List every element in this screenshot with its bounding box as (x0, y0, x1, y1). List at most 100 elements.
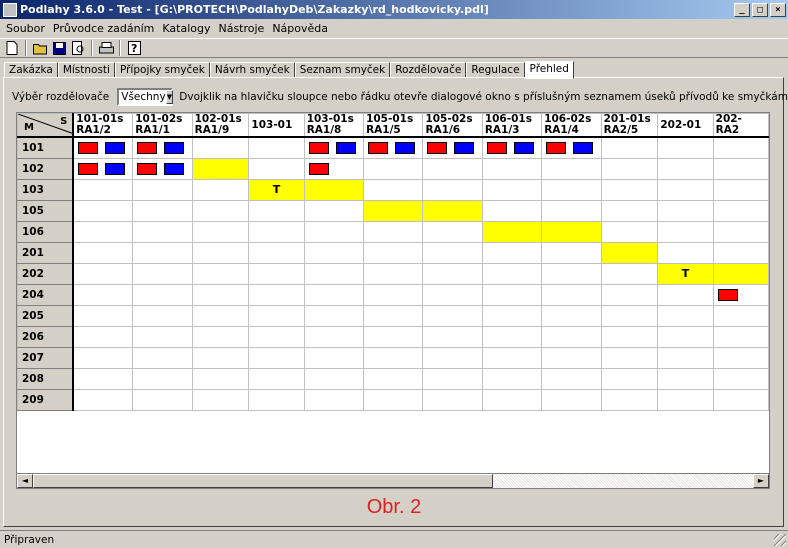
row-header[interactable]: 105 (17, 199, 75, 222)
row-header[interactable]: 205 (17, 304, 75, 327)
grid-cell[interactable] (657, 199, 714, 222)
column-header[interactable]: 105-02s RA1/6 (422, 113, 483, 138)
grid-cell[interactable] (541, 178, 602, 201)
grid-cell[interactable] (303, 304, 365, 327)
grid-cell[interactable] (712, 283, 769, 306)
row-header[interactable]: 207 (17, 346, 75, 369)
grid-cell[interactable] (132, 136, 193, 159)
grid-cell[interactable] (712, 220, 769, 243)
grid-cell[interactable] (712, 199, 769, 222)
grid-cell[interactable] (191, 136, 250, 159)
row-header[interactable]: 202 (17, 262, 75, 285)
grid-cell[interactable] (72, 283, 134, 306)
grid-cell[interactable] (422, 199, 483, 222)
grid-cell[interactable] (600, 220, 659, 243)
grid-cell[interactable] (657, 157, 714, 180)
grid-cell[interactable] (191, 157, 250, 180)
grid-cell[interactable] (363, 157, 424, 180)
grid-cell[interactable] (132, 388, 193, 411)
grid-cell[interactable] (303, 178, 365, 201)
grid-cell[interactable] (657, 367, 714, 390)
grid-cell[interactable] (541, 157, 602, 180)
tab-zakazka[interactable]: Zakázka (4, 62, 58, 78)
grid-cell[interactable] (248, 136, 305, 159)
manifold-combo[interactable]: Všechny ▼ (117, 88, 174, 106)
grid-cell[interactable] (541, 283, 602, 306)
grid-cell[interactable] (712, 388, 769, 411)
row-header[interactable]: 102 (17, 157, 75, 180)
grid-cell[interactable] (422, 283, 483, 306)
grid-cell[interactable] (248, 388, 305, 411)
print-icon[interactable] (97, 40, 115, 57)
grid-cell[interactable] (191, 283, 250, 306)
grid-cell[interactable] (481, 157, 543, 180)
grid-cell[interactable] (72, 304, 134, 327)
grid-cell[interactable] (72, 199, 134, 222)
grid-cell[interactable] (422, 178, 483, 201)
column-header[interactable]: 101-02s RA1/1 (132, 113, 193, 138)
menu-soubor[interactable]: Soubor (2, 22, 49, 35)
tab-seznam-smycek[interactable]: Seznam smyček (294, 62, 391, 78)
row-header[interactable]: 206 (17, 325, 75, 348)
grid-cell[interactable] (657, 241, 714, 264)
grid-cell[interactable] (303, 157, 365, 180)
grid-cell[interactable] (481, 346, 543, 369)
grid-cell[interactable] (422, 136, 483, 159)
row-header[interactable]: 204 (17, 283, 75, 306)
column-header[interactable]: 103-01 (248, 113, 305, 138)
grid-cell[interactable] (481, 262, 543, 285)
grid-cell[interactable] (481, 178, 543, 201)
grid-cell[interactable] (248, 220, 305, 243)
grid-cell[interactable] (303, 388, 365, 411)
grid-cell[interactable] (657, 325, 714, 348)
row-header[interactable]: 209 (17, 388, 75, 411)
grid-cell[interactable] (541, 325, 602, 348)
row-header[interactable]: 208 (17, 367, 75, 390)
grid-cell[interactable] (481, 283, 543, 306)
grid-cell[interactable] (72, 136, 134, 159)
grid-cell[interactable] (600, 241, 659, 264)
grid-cell[interactable] (72, 241, 134, 264)
scroll-thumb[interactable] (33, 474, 493, 488)
grid-cell[interactable] (363, 388, 424, 411)
tab-mistnosti[interactable]: Místnosti (57, 62, 115, 78)
grid-cell[interactable] (600, 325, 659, 348)
grid-cell[interactable] (132, 304, 193, 327)
grid-cell[interactable] (248, 304, 305, 327)
grid-cell[interactable] (541, 220, 602, 243)
grid-cell[interactable] (481, 388, 543, 411)
column-header[interactable]: 202- RA2 (712, 113, 769, 138)
column-header[interactable]: 201-01s RA2/5 (600, 113, 659, 138)
horizontal-scrollbar[interactable]: ◄ ► (16, 473, 770, 489)
grid-cell[interactable] (191, 325, 250, 348)
grid-cell[interactable] (600, 283, 659, 306)
grid-cell[interactable] (303, 325, 365, 348)
grid-cell[interactable] (657, 178, 714, 201)
grid-cell[interactable] (363, 304, 424, 327)
tab-navrh-smycek[interactable]: Návrh smyček (209, 62, 295, 78)
grid-cell[interactable] (541, 304, 602, 327)
grid-cell[interactable]: T (657, 262, 714, 285)
grid-cell[interactable] (248, 283, 305, 306)
grid-cell[interactable] (422, 157, 483, 180)
row-header[interactable]: 103 (17, 178, 75, 201)
grid-cell[interactable] (191, 304, 250, 327)
grid-cell[interactable] (363, 325, 424, 348)
grid-cell[interactable] (72, 346, 134, 369)
print-preview-icon[interactable] (69, 40, 87, 57)
grid-cell[interactable] (248, 346, 305, 369)
grid-cell[interactable] (191, 388, 250, 411)
grid-cell[interactable] (132, 283, 193, 306)
grid-cell[interactable] (422, 262, 483, 285)
grid-cell[interactable] (132, 367, 193, 390)
grid-cell[interactable] (481, 199, 543, 222)
menu-pruvodce[interactable]: Průvodce zadáním (49, 22, 158, 35)
menu-nastroje[interactable]: Nástroje (214, 22, 268, 35)
grid-cell[interactable] (132, 241, 193, 264)
grid-cell[interactable] (132, 199, 193, 222)
grid-cell[interactable] (303, 262, 365, 285)
grid-cell[interactable] (657, 136, 714, 159)
menu-katalogy[interactable]: Katalogy (158, 22, 214, 35)
grid-cell[interactable] (248, 241, 305, 264)
grid-cell[interactable] (132, 178, 193, 201)
